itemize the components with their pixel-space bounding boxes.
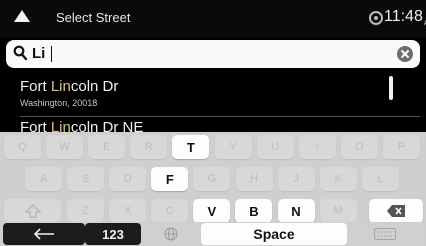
search-icon [13,45,27,61]
key-p[interactable]: P [382,135,420,159]
title-match: Lin [50,119,71,132]
space-key[interactable]: Space [201,223,347,245]
key-g[interactable]: G [193,167,231,191]
key-o[interactable]: O [340,135,378,159]
title-suffix: coln Dr [70,78,119,95]
language-key[interactable] [141,223,201,245]
key-u[interactable]: U [256,135,294,159]
key-b[interactable]: B [235,199,273,223]
key-l[interactable]: L [361,167,399,191]
key-k[interactable]: K [319,167,357,191]
shift-key[interactable] [4,199,61,223]
keyboard-icon [374,228,396,240]
list-item[interactable]: Fort Lincoln Dr Washington, 20018 [0,72,426,116]
keyboard-bottom-row: 123 Space [0,222,426,246]
back-arrow-icon [33,228,54,240]
text-cursor [51,46,52,62]
key-s[interactable]: S [67,167,105,191]
title-prefix: Fort [20,119,51,132]
key-z[interactable]: Z [67,199,104,223]
scrollbar-thumb[interactable] [389,76,393,100]
list-item[interactable]: Fort Lincoln Dr NE [0,116,426,132]
key-y[interactable]: Y [214,135,252,159]
search-value: Li [32,45,46,62]
back-button[interactable] [3,223,85,245]
key-j[interactable]: J [277,167,315,191]
results-list: Fort Lincoln Dr Washington, 20018 Fort L… [0,72,426,132]
key-e[interactable]: E [88,135,126,159]
key-n[interactable]: N [277,199,315,223]
key-t[interactable]: T [172,135,210,159]
key-d[interactable]: D [109,167,147,191]
clock: 11:48AM [384,8,426,27]
result-subtitle: Washington, 20018 [20,98,98,108]
screen-title: Select Street [56,10,131,25]
key-q[interactable]: Q [4,135,41,159]
top-bar: Select Street 11:48AM [0,0,426,37]
key-x[interactable]: X [109,199,147,223]
keyboard-layout-key[interactable] [347,223,423,245]
search-input[interactable]: Li [6,40,420,68]
key-c[interactable]: C [151,199,189,223]
key-m[interactable]: M [319,199,357,223]
key-f[interactable]: F [151,167,189,191]
key-v[interactable]: V [193,199,231,223]
backspace-icon [387,205,405,217]
numbers-key[interactable]: 123 [85,223,141,245]
result-title: Fort Lincoln Dr NE [20,119,143,132]
globe-icon [164,227,178,241]
up-arrow-icon[interactable] [14,10,30,22]
title-prefix: Fort [20,78,51,95]
shift-icon [24,204,41,218]
title-suffix: coln Dr NE [70,119,144,132]
clear-icon[interactable] [397,46,413,62]
clock-time: 11:48 [384,8,423,25]
key-a[interactable]: A [25,167,62,191]
result-title: Fort Lincoln Dr [20,78,118,95]
key-h[interactable]: H [235,167,273,191]
title-match: Lin [50,78,71,95]
gps-signal-icon [369,11,383,25]
backspace-key[interactable] [369,199,423,223]
key-w[interactable]: W [46,135,84,159]
key-i[interactable]: I [298,135,336,159]
key-r[interactable]: R [130,135,168,159]
